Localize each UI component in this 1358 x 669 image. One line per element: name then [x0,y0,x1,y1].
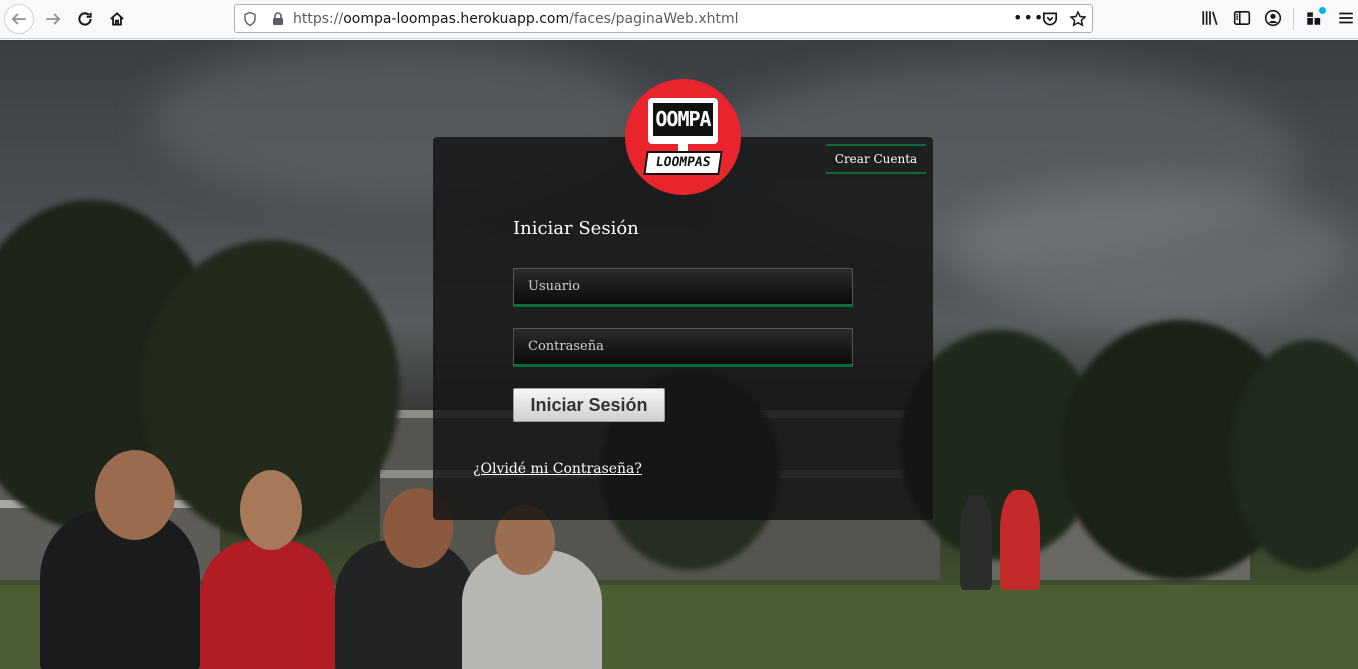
tracking-shield-icon[interactable] [242,11,258,27]
create-account-button[interactable]: Crear Cuenta [826,144,926,174]
browser-toolbar: https://oompa-loompas.herokuapp.com/face… [0,0,1358,39]
logo-top-text: OOMPA [653,103,713,136]
reload-icon[interactable] [70,4,100,34]
forgot-password-link[interactable]: ¿Olvidé mi Contraseña? [473,461,642,477]
url-text[interactable]: https://oompa-loompas.herokuapp.com/face… [293,11,739,27]
forward-arrow-icon[interactable] [38,4,68,34]
url-bar[interactable]: https://oompa-loompas.herokuapp.com/face… [234,4,1093,33]
lock-icon[interactable] [270,11,286,27]
logo-monitor: OOMPA [648,98,718,144]
pocket-icon[interactable] [1041,10,1059,28]
url-path: /faces/paginaWeb.xhtml [569,11,739,27]
toolbar-separator [1293,8,1294,30]
logo-bottom-text: LOOMPAS [643,151,723,175]
url-prefix: https:// [293,11,344,27]
login-submit-button[interactable]: Iniciar Sesión [513,388,665,422]
url-host: oompa-loompas.herokuapp.com [343,11,570,27]
hamburger-menu-icon[interactable] [1337,9,1355,27]
username-field[interactable] [513,268,853,307]
login-title: Iniciar Sesión [513,218,639,239]
page-actions-menu-icon[interactable]: ••• [1013,7,1043,31]
sidebar-icon[interactable] [1233,9,1251,27]
password-field[interactable] [513,328,853,367]
notification-dot [1319,7,1326,14]
home-icon[interactable] [102,4,132,34]
account-icon[interactable] [1264,9,1282,27]
library-icon[interactable] [1201,9,1219,27]
bookmark-star-icon[interactable] [1069,10,1087,28]
back-arrow-icon[interactable] [4,4,34,34]
oompa-loompas-logo: OOMPA LOOMPAS [625,79,741,195]
